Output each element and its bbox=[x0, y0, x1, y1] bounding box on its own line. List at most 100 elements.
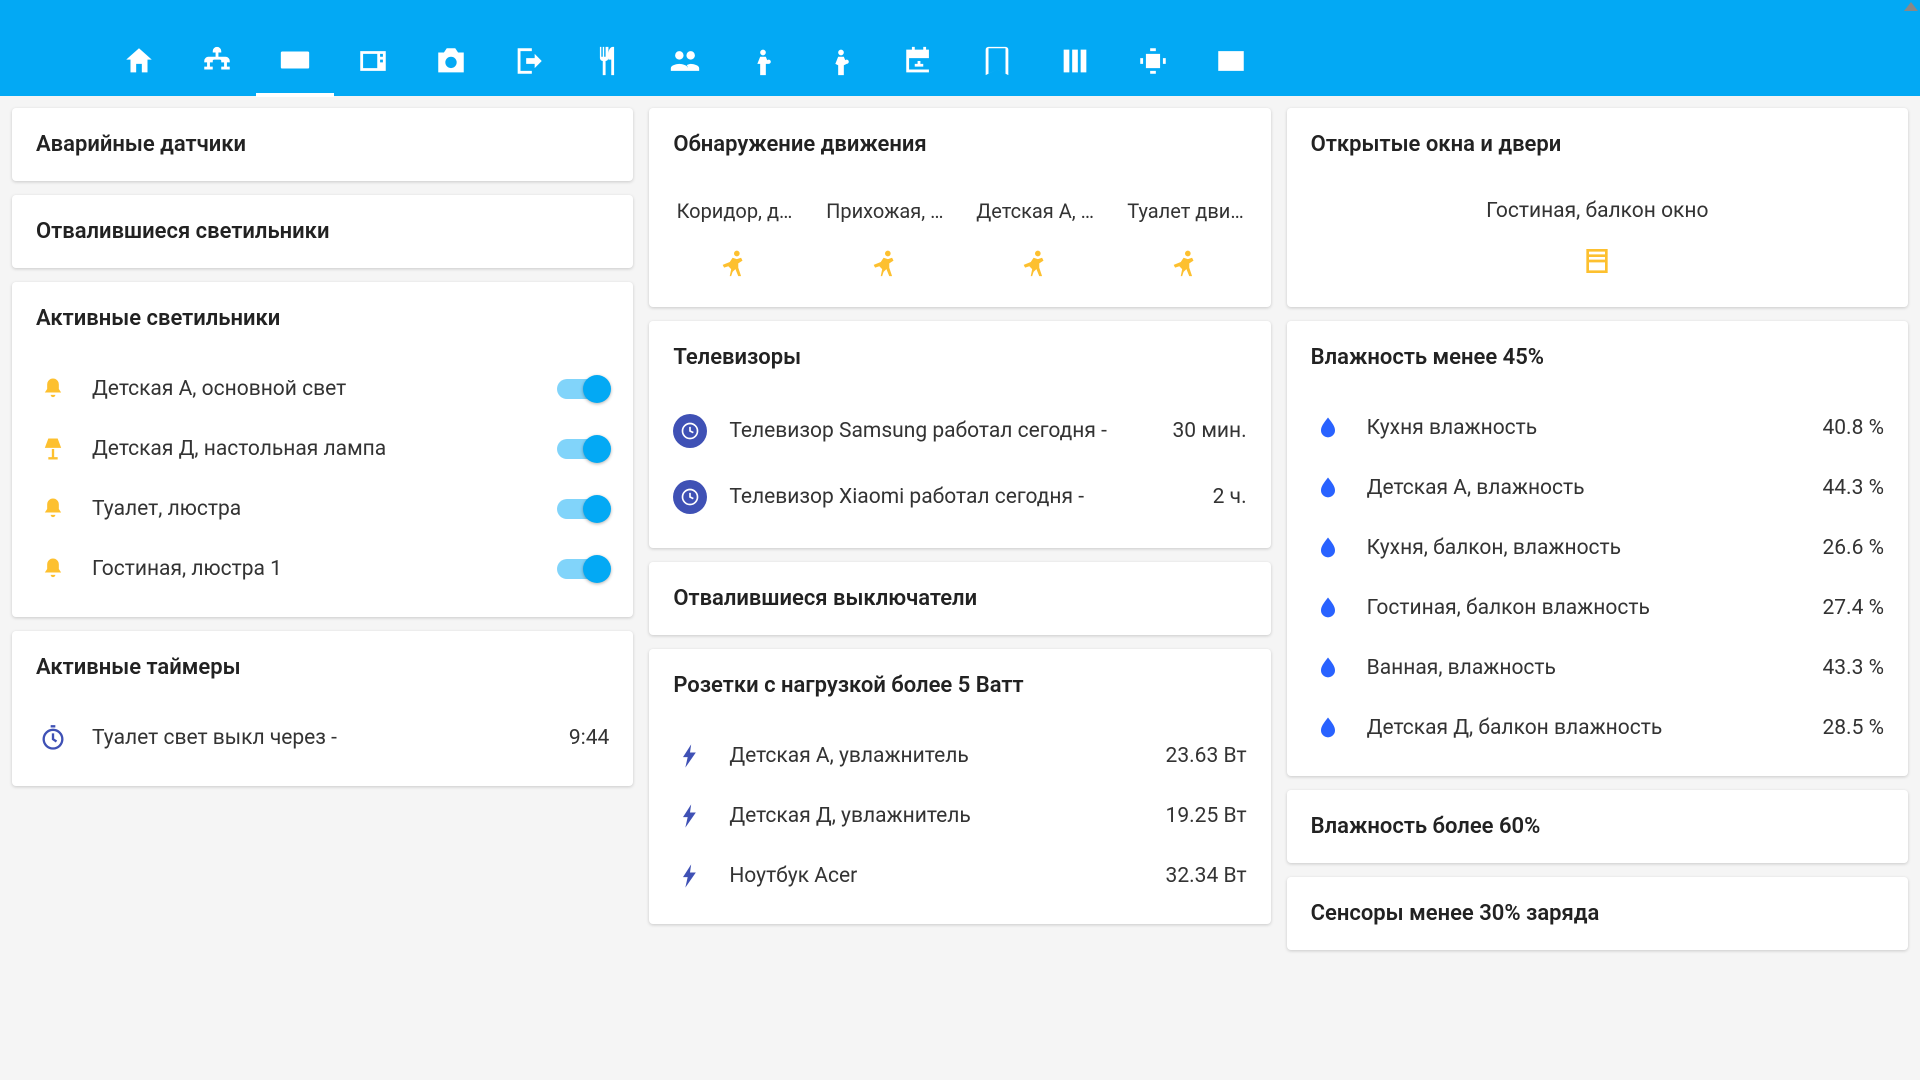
motion-sensor[interactable]: Детская А, … bbox=[960, 199, 1110, 283]
tab-appliance[interactable] bbox=[334, 26, 412, 96]
tab-book[interactable] bbox=[958, 26, 1036, 96]
window-icon bbox=[1581, 245, 1613, 277]
card-title: Сенсоры менее 30% заряда bbox=[1287, 877, 1908, 950]
humidity-row[interactable]: Детская А, влажность44.3 % bbox=[1287, 458, 1908, 518]
bolt-icon bbox=[673, 802, 707, 830]
humidity-value: 26.6 % bbox=[1822, 536, 1884, 560]
humidity-row[interactable]: Ванная, влажность 43.3 % bbox=[1287, 638, 1908, 698]
card-active-lights: Активные светильники Детская А, основной… bbox=[12, 282, 633, 617]
card-alarm-sensors[interactable]: Аварийные датчики bbox=[12, 108, 633, 181]
motion-sensor[interactable]: Прихожая, … bbox=[810, 199, 960, 283]
tab-chip[interactable] bbox=[1114, 26, 1192, 96]
light-toggle[interactable] bbox=[557, 499, 609, 519]
light-icon bbox=[36, 555, 70, 583]
humidity-name: Кухня, балкон, влажность bbox=[1367, 536, 1801, 560]
socket-value: 19.25 Вт bbox=[1166, 804, 1247, 828]
tab-keyboard[interactable] bbox=[256, 27, 334, 97]
tab-home[interactable] bbox=[100, 26, 178, 96]
humidity-value: 40.8 % bbox=[1822, 416, 1884, 440]
light-name: Детская Д, настольная лампа bbox=[92, 437, 535, 461]
motion-label: Детская А, … bbox=[960, 199, 1110, 223]
timer-value: 9:44 bbox=[569, 726, 610, 750]
socket-value: 23.63 Вт bbox=[1166, 744, 1247, 768]
motion-label: Прихожая, … bbox=[810, 199, 960, 223]
card-humidity-high[interactable]: Влажность более 60% bbox=[1287, 790, 1908, 863]
humidity-value: 27.4 % bbox=[1822, 596, 1884, 620]
light-icon bbox=[36, 495, 70, 523]
tab-food[interactable] bbox=[568, 26, 646, 96]
socket-name: Ноутбук Acer bbox=[729, 864, 1143, 888]
tab-person-b[interactable] bbox=[802, 26, 880, 96]
tab-network[interactable] bbox=[178, 26, 256, 96]
light-row[interactable]: Гостиная, люстра 1 bbox=[12, 539, 633, 599]
light-icon bbox=[36, 375, 70, 403]
socket-row[interactable]: Ноутбук Acer 32.34 Вт bbox=[649, 846, 1270, 906]
lamp-icon bbox=[36, 435, 70, 463]
humidity-name: Детская А, влажность bbox=[1367, 476, 1801, 500]
tab-columns[interactable] bbox=[1036, 26, 1114, 96]
card-lost-lights[interactable]: Отвалившиеся светильники bbox=[12, 195, 633, 268]
tab-person-a[interactable] bbox=[724, 26, 802, 96]
tv-value: 2 ч. bbox=[1213, 485, 1247, 509]
column-middle: Обнаружение движения Коридор, д…Прихожая… bbox=[649, 108, 1270, 950]
bolt-icon bbox=[673, 862, 707, 890]
light-row[interactable]: Детская Д, настольная лампа bbox=[12, 419, 633, 479]
light-row[interactable]: Детская А, основной свет bbox=[12, 359, 633, 419]
tv-row[interactable]: Телевизор Xiaomi работал сегодня - 2 ч. bbox=[649, 464, 1270, 530]
card-humidity-low: Влажность менее 45% Кухня влажность40.8 … bbox=[1287, 321, 1908, 776]
tab-camera[interactable] bbox=[412, 26, 490, 96]
humidity-row[interactable]: Кухня влажность 40.8 % bbox=[1287, 398, 1908, 458]
humidity-name: Кухня влажность bbox=[1367, 416, 1801, 440]
humidity-name: Детская Д, балкон влажность bbox=[1367, 716, 1801, 740]
humidity-name: Гостиная, балкон влажность bbox=[1367, 596, 1801, 620]
scroll-up-arrow[interactable] bbox=[1904, 2, 1918, 11]
card-title: Аварийные датчики bbox=[12, 108, 633, 181]
humidity-icon bbox=[1311, 534, 1345, 562]
humidity-row[interactable]: Детская Д, балкон влажность 28.5 % bbox=[1287, 698, 1908, 758]
card-title: Отвалившиеся светильники bbox=[12, 195, 633, 268]
humidity-icon bbox=[1311, 594, 1345, 622]
light-toggle[interactable] bbox=[557, 439, 609, 459]
humidity-value: 43.3 % bbox=[1822, 656, 1884, 680]
humidity-icon bbox=[1311, 474, 1345, 502]
card-title: Активные светильники bbox=[12, 282, 633, 355]
motion-sensor[interactable]: Коридор, д… bbox=[659, 199, 809, 283]
socket-row[interactable]: Детская Д, увлажнитель19.25 Вт bbox=[649, 786, 1270, 846]
clock-icon bbox=[673, 414, 707, 448]
tv-name: Телевизор Xiaomi работал сегодня - bbox=[729, 485, 1190, 509]
socket-row[interactable]: Детская А, увлажнитель 23.63 Вт bbox=[649, 726, 1270, 786]
bolt-icon bbox=[673, 742, 707, 770]
timer-name: Туалет свет выкл через - bbox=[92, 726, 547, 750]
motion-sensor[interactable]: Туалет дви… bbox=[1110, 199, 1260, 283]
light-toggle[interactable] bbox=[557, 379, 609, 399]
tab-calendar[interactable] bbox=[880, 26, 958, 96]
light-row[interactable]: Туалет, люстра bbox=[12, 479, 633, 539]
humidity-name: Ванная, влажность bbox=[1367, 656, 1801, 680]
card-title: Обнаружение движения bbox=[649, 108, 1270, 181]
humidity-row[interactable]: Кухня, балкон, влажность 26.6 % bbox=[1287, 518, 1908, 578]
light-name: Детская А, основной свет bbox=[92, 377, 535, 401]
open-window-label: Гостиная, балкон окно bbox=[1287, 199, 1908, 223]
open-window-item[interactable]: Гостиная, балкон окно bbox=[1287, 181, 1908, 307]
tv-value: 30 мин. bbox=[1173, 419, 1247, 443]
timer-row[interactable]: Туалет свет выкл через - 9:44 bbox=[12, 708, 633, 768]
light-toggle[interactable] bbox=[557, 559, 609, 579]
tv-row[interactable]: Телевизор Samsung работал сегодня - 30 ми… bbox=[649, 398, 1270, 464]
tab-people[interactable] bbox=[646, 26, 724, 96]
column-left: Аварийные датчики Отвалившиеся светильни… bbox=[12, 108, 633, 950]
tab-exit[interactable] bbox=[490, 26, 568, 96]
light-name: Гостиная, люстра 1 bbox=[92, 557, 535, 581]
card-tvs: Телевизоры Телевизор Samsung работал сег… bbox=[649, 321, 1270, 548]
humidity-value: 28.5 % bbox=[1822, 716, 1884, 740]
card-lost-switches[interactable]: Отвалившиеся выключатели bbox=[649, 562, 1270, 635]
socket-name: Детская А, увлажнитель bbox=[729, 744, 1143, 768]
card-active-timers: Активные таймеры Туалет свет выкл через … bbox=[12, 631, 633, 786]
tv-name: Телевизор Samsung работал сегодня - bbox=[729, 419, 1150, 443]
socket-value: 32.34 Вт bbox=[1166, 864, 1247, 888]
card-title: Телевизоры bbox=[649, 321, 1270, 394]
humidity-row[interactable]: Гостиная, балкон влажность 27.4 % bbox=[1287, 578, 1908, 638]
tab-terminal[interactable] bbox=[1192, 26, 1270, 96]
card-title: Открытые окна и двери bbox=[1287, 108, 1908, 181]
card-sensors-low-battery[interactable]: Сенсоры менее 30% заряда bbox=[1287, 877, 1908, 950]
top-nav bbox=[0, 0, 1920, 96]
